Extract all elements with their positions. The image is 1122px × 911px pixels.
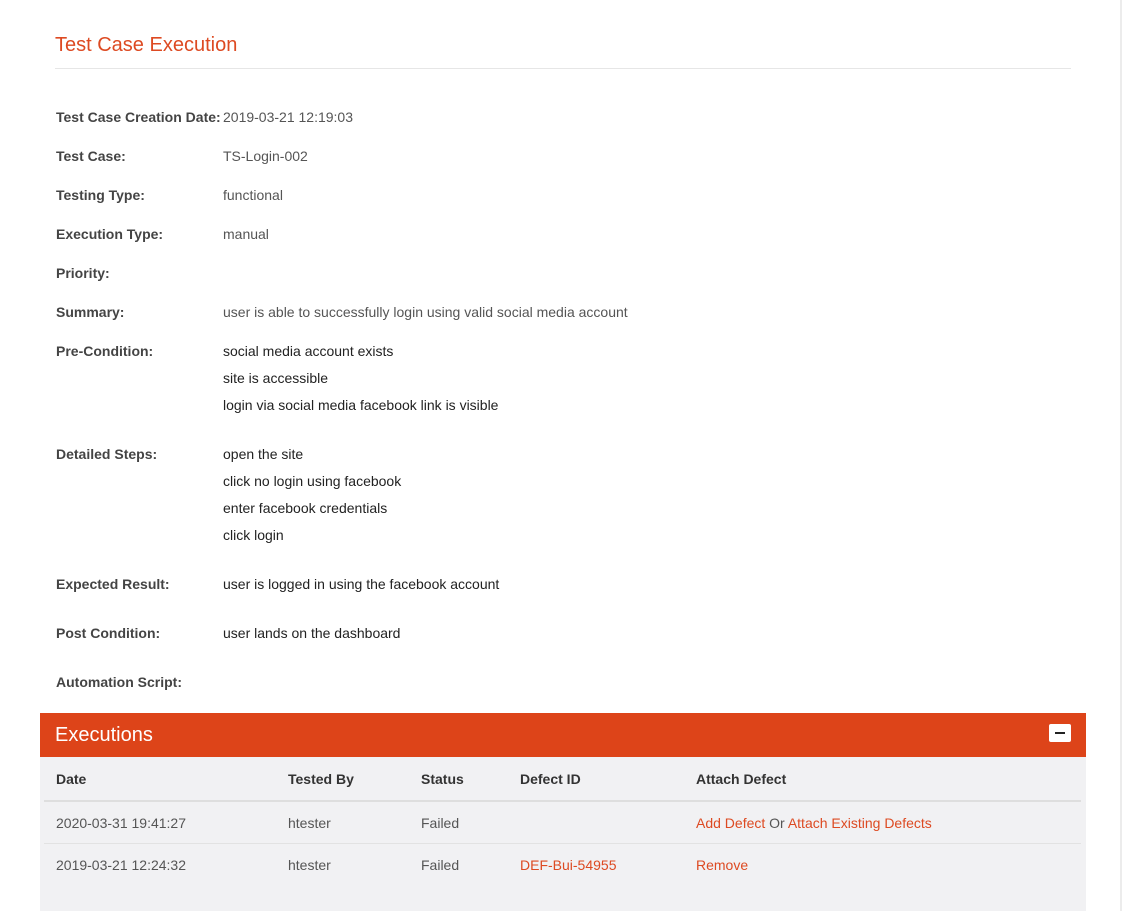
pre-condition-line: social media account exists <box>223 343 394 359</box>
table-row: 2020-03-31 19:41:27 htester Failed Add D… <box>44 801 1081 844</box>
executions-title: Executions <box>55 724 153 746</box>
cell-tested-by: htester <box>276 843 409 885</box>
detail-value-list: open the site click no login using faceb… <box>223 441 401 549</box>
cell-date: 2019-03-21 12:24:32 <box>44 843 276 885</box>
detail-value: user is logged in using the facebook acc… <box>223 576 500 592</box>
detail-value: TS-Login-002 <box>223 148 308 164</box>
detail-value: manual <box>223 226 269 242</box>
cell-tested-by: htester <box>276 801 409 844</box>
detail-label: Test Case Creation Date: <box>56 109 221 125</box>
detail-value: functional <box>223 187 283 203</box>
column-header-attach-defect: Attach Defect <box>684 757 1081 802</box>
detail-label: Pre-Condition: <box>56 343 154 359</box>
executions-header: Executions <box>40 713 1086 757</box>
minus-icon <box>1055 732 1065 734</box>
or-separator: Or <box>769 814 788 831</box>
detail-label: Expected Result: <box>56 576 170 592</box>
table-header-row: Date Tested By Status Defect ID Attach D… <box>44 757 1081 802</box>
detail-label: Testing Type: <box>56 187 145 203</box>
attach-existing-defects-link[interactable]: Attach Existing Defects <box>788 815 932 831</box>
cell-attach-defect: Remove <box>684 843 1081 885</box>
detail-label: Post Condition: <box>56 625 161 641</box>
detail-label: Automation Script: <box>56 674 182 690</box>
cell-attach-defect: Add Defect Or Attach Existing Defects <box>684 801 1081 844</box>
column-header-tested-by: Tested By <box>276 757 409 802</box>
detail-label: Detailed Steps: <box>56 446 158 462</box>
detail-value: user lands on the dashboard <box>223 625 401 641</box>
executions-panel: Date Tested By Status Defect ID Attach D… <box>40 757 1086 911</box>
detail-value-list: social media account exists site is acce… <box>223 338 498 419</box>
detail-label: Priority: <box>56 265 110 281</box>
cell-status: Failed <box>409 843 508 885</box>
detail-label: Test Case: <box>56 148 126 164</box>
detail-value: 2019-03-21 12:19:03 <box>223 109 353 125</box>
column-header-defect-id: Defect ID <box>508 757 684 802</box>
detail-value: user is able to successfully login using… <box>223 304 628 320</box>
remove-defect-link[interactable]: Remove <box>696 857 748 873</box>
detail-label: Execution Type: <box>56 226 164 242</box>
step-line: click no login using facebook <box>223 473 402 489</box>
executions-table: Date Tested By Status Defect ID Attach D… <box>44 757 1081 885</box>
collapse-button[interactable] <box>1049 724 1071 742</box>
pre-condition-line: login via social media facebook link is … <box>223 397 499 413</box>
cell-defect-id <box>508 801 684 844</box>
table-row: 2019-03-21 12:24:32 htester Failed DEF-B… <box>44 843 1081 885</box>
pre-condition-line: site is accessible <box>223 370 329 386</box>
title-divider <box>55 68 1071 69</box>
step-line: click login <box>223 527 284 543</box>
cell-date: 2020-03-31 19:41:27 <box>44 801 276 844</box>
defect-id-link[interactable]: DEF-Bui-54955 <box>520 857 617 873</box>
step-line: enter facebook credentials <box>223 500 388 516</box>
column-header-date: Date <box>44 757 276 802</box>
add-defect-link[interactable]: Add Defect <box>696 815 765 831</box>
page-title: Test Case Execution <box>55 34 238 56</box>
detail-label: Summary: <box>56 304 125 320</box>
step-line: open the site <box>223 446 304 462</box>
cell-defect-id: DEF-Bui-54955 <box>508 843 684 885</box>
column-header-status: Status <box>409 757 508 802</box>
cell-status: Failed <box>409 801 508 844</box>
